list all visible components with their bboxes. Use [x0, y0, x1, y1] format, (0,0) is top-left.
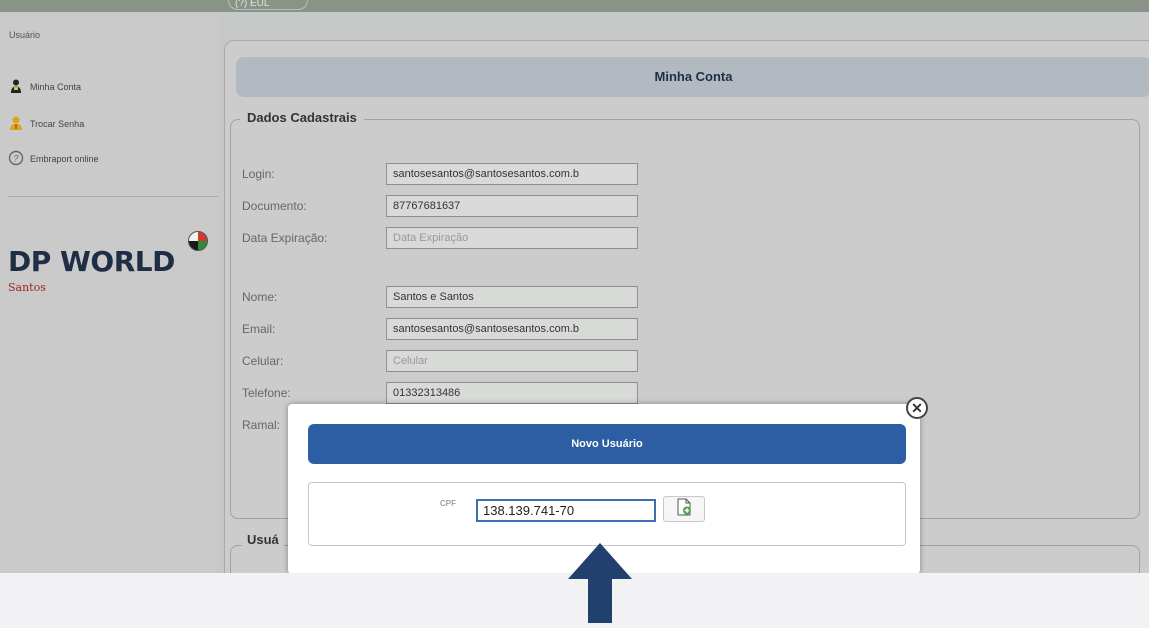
ramal-label: Ramal:	[242, 418, 281, 432]
sidebar-item-label: Embraport online	[30, 154, 99, 164]
close-icon[interactable]: ✕	[906, 397, 928, 419]
email-field[interactable]: santosesantos@santosesantos.com.b	[386, 318, 638, 340]
cpf-search-button[interactable]	[663, 496, 705, 522]
top-tab[interactable]: (?) EUL	[228, 0, 308, 10]
nome-label: Nome:	[242, 290, 278, 304]
arrow-up-icon	[568, 543, 632, 628]
key-user-icon	[8, 115, 24, 131]
cpf-label: CPF	[440, 499, 456, 508]
email-label: Email:	[242, 322, 276, 336]
sidebar-divider	[8, 196, 218, 197]
sidebar-item-label: Trocar Senha	[30, 119, 85, 129]
logo-text: DP WORLD	[8, 245, 175, 278]
user-icon	[8, 78, 24, 94]
telefone-label: Telefone:	[242, 386, 291, 400]
dp-world-logo: DP WORLD Santos	[8, 231, 208, 294]
celular-label: Celular:	[242, 354, 284, 368]
help-circle-icon: ?	[8, 150, 24, 166]
nome-field[interactable]: Santos e Santos	[386, 286, 638, 308]
sidebar-item-trocar-senha[interactable]: Trocar Senha	[10, 115, 85, 133]
login-label: Login:	[242, 167, 275, 181]
documento-field[interactable]: 87767681637	[386, 195, 638, 217]
login-field[interactable]: santosesantos@santosesantos.com.b	[386, 163, 638, 185]
document-add-icon	[675, 498, 693, 521]
svg-text:?: ?	[13, 154, 18, 164]
sidebar-item-minha-conta[interactable]: Minha Conta	[11, 78, 82, 96]
logo-subtext: Santos	[8, 281, 46, 294]
top-bar: (?) EUL	[0, 0, 1149, 12]
sidebar-item-label: Minha Conta	[30, 82, 82, 92]
fieldset-legend-usuarios: Usuá	[242, 532, 284, 547]
sidebar-section-title: Usuário	[9, 30, 41, 40]
page-title: Minha Conta	[236, 57, 1149, 97]
celular-field[interactable]: Celular	[386, 350, 638, 372]
application-screen: (?) EUL Usuário Minha Conta Trocar Senha…	[0, 0, 1149, 573]
data-expiracao-label: Data Expiração:	[242, 231, 328, 245]
globe-icon	[188, 231, 208, 251]
data-expiracao-field[interactable]: Data Expiração	[386, 227, 638, 249]
telefone-field[interactable]: 01332313486	[386, 382, 638, 404]
cpf-input[interactable]: 138.139.741-70	[476, 499, 656, 522]
modal-title: Novo Usuário	[308, 424, 906, 464]
sidebar-item-embraport-online[interactable]: ? Embraport online	[8, 150, 99, 168]
fieldset-legend: Dados Cadastrais	[240, 110, 364, 125]
documento-label: Documento:	[242, 199, 307, 213]
